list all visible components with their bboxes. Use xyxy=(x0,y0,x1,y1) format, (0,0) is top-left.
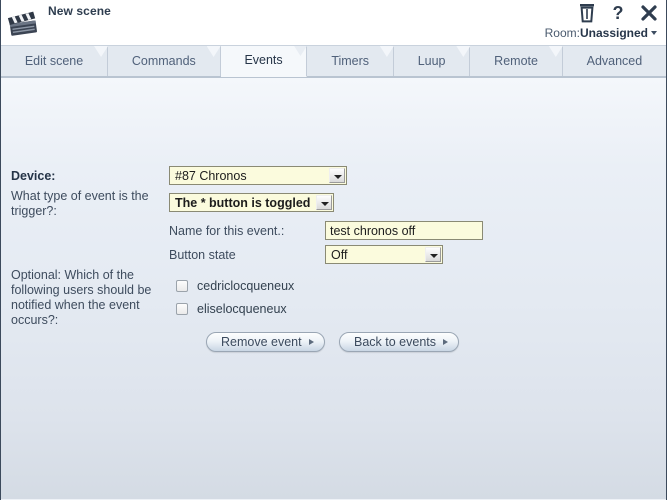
checkbox-icon[interactable] xyxy=(176,280,188,292)
window-header: New scene ? Room:Unassigned xyxy=(1,0,666,46)
clapperboard-icon xyxy=(7,11,38,36)
tab-events[interactable]: Events xyxy=(220,46,308,77)
event-name-label: Name for this event.: xyxy=(169,224,285,238)
back-to-events-button[interactable]: Back to events xyxy=(339,332,459,352)
trash-icon[interactable] xyxy=(578,3,596,23)
room-label: Room: xyxy=(544,26,580,40)
notify-user-label: cedriclocqueneux xyxy=(197,279,295,293)
scene-title: New scene xyxy=(48,4,111,18)
button-state-select[interactable]: Off xyxy=(325,245,443,264)
room-value: Unassigned xyxy=(579,26,648,40)
tab-label: Events xyxy=(244,53,283,67)
scene-editor-window: New scene ? Room:Unassigned Edit scene C… xyxy=(0,0,667,500)
chevron-down-icon xyxy=(316,195,332,210)
button-state-value: Off xyxy=(331,248,348,262)
tab-bar: Edit scene Commands Events Timers Luup R… xyxy=(1,46,666,78)
chevron-right-icon xyxy=(443,339,448,345)
events-panel: Device: #87 Chronos What type of event i… xyxy=(1,78,666,499)
tab-remote[interactable]: Remote xyxy=(470,46,563,77)
chevron-down-icon xyxy=(329,168,345,183)
device-select-value: #87 Chronos xyxy=(175,169,247,183)
trigger-type-label: What type of event is the trigger?: xyxy=(11,189,149,218)
trigger-type-select[interactable]: The * button is toggled xyxy=(169,193,334,212)
svg-text:?: ? xyxy=(613,3,624,23)
close-icon[interactable] xyxy=(640,3,658,23)
notify-user-label: eliselocqueneux xyxy=(197,302,287,316)
tab-commands[interactable]: Commands xyxy=(108,46,221,77)
checkbox-icon[interactable] xyxy=(176,303,188,315)
back-to-events-label: Back to events xyxy=(354,335,436,349)
remove-event-button[interactable]: Remove event xyxy=(206,332,325,352)
notify-users-label: Optional: Which of the following users s… xyxy=(11,268,152,327)
chevron-right-icon xyxy=(308,339,314,345)
tab-edit-scene[interactable]: Edit scene xyxy=(1,46,109,77)
notify-user-checkbox-row[interactable]: cedriclocqueneux xyxy=(176,279,294,293)
tab-label: Timers xyxy=(331,54,370,68)
tab-luup[interactable]: Luup xyxy=(393,46,471,77)
room-selector[interactable]: Room:Unassigned xyxy=(545,26,657,40)
tab-label: Advanced xyxy=(586,54,643,68)
tab-timers[interactable]: Timers xyxy=(307,46,394,77)
tab-label: Remote xyxy=(494,54,538,68)
tab-advanced[interactable]: Advanced xyxy=(562,46,666,77)
device-label: Device: xyxy=(11,169,56,183)
help-icon[interactable]: ? xyxy=(609,3,627,23)
remove-event-label: Remove event xyxy=(221,335,302,349)
tab-label: Edit scene xyxy=(24,54,84,68)
tab-label: Commands xyxy=(131,54,196,68)
event-name-input[interactable] xyxy=(325,221,483,240)
trigger-type-value: The * button is toggled xyxy=(175,196,311,210)
chevron-down-icon xyxy=(425,247,441,262)
header-icon-group: ? xyxy=(578,3,658,23)
button-state-label: Button state xyxy=(169,248,236,262)
device-select[interactable]: #87 Chronos xyxy=(169,166,347,185)
notify-user-checkbox-row[interactable]: eliselocqueneux xyxy=(176,302,287,316)
chevron-down-icon xyxy=(651,31,657,35)
tab-label: Luup xyxy=(417,54,446,68)
